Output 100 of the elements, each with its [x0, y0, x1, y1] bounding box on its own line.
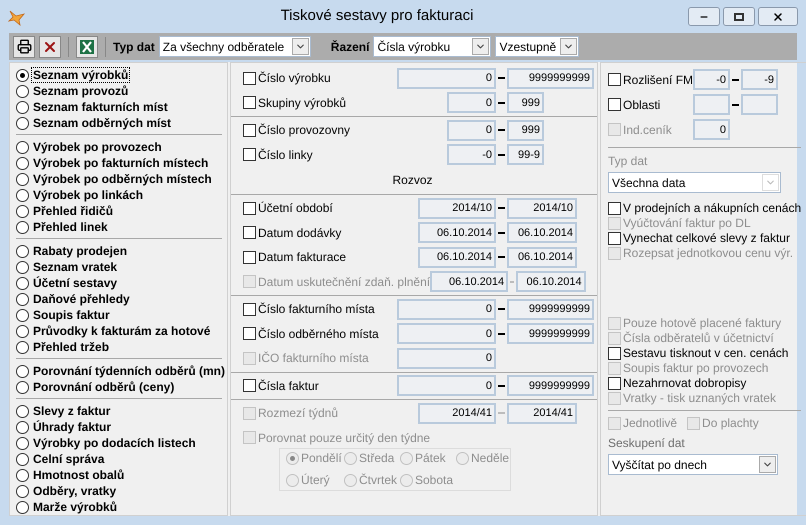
checkbox[interactable]	[243, 226, 256, 240]
number-field[interactable]: 0	[397, 68, 496, 89]
close-button[interactable]	[758, 7, 798, 26]
radio-button[interactable]	[16, 260, 29, 274]
checkbox[interactable]	[608, 98, 621, 111]
number-field[interactable]: 0	[447, 92, 496, 114]
report-option[interactable]: Porovnání týdenních odběrů (mn)	[31, 363, 228, 379]
radio-button[interactable]	[16, 204, 29, 218]
number-field[interactable]: 9999999999	[507, 323, 594, 344]
number-field[interactable]: -0	[693, 69, 730, 90]
date-field[interactable]: 06.10.2014	[507, 222, 577, 244]
checkbox[interactable]	[608, 73, 621, 86]
report-option[interactable]: Výrobek po odběrných místech	[31, 171, 214, 187]
report-option[interactable]: Daňové přehledy	[31, 291, 132, 307]
report-option[interactable]: Soupis faktur	[31, 307, 112, 323]
radio-button[interactable]	[16, 436, 29, 450]
sort-select[interactable]: Čísla výrobku	[373, 36, 492, 57]
report-option[interactable]: Marže výrobků	[31, 499, 120, 515]
radio-button[interactable]	[16, 140, 29, 154]
report-option[interactable]: Přehled řidičů	[31, 203, 116, 219]
report-option[interactable]: Seznam vratek	[31, 259, 120, 275]
order-select[interactable]: Vzestupně	[495, 36, 580, 57]
checkbox[interactable]	[243, 202, 256, 215]
maximize-button[interactable]	[723, 7, 755, 26]
date-field[interactable]: 06.10.2014	[418, 222, 496, 244]
report-option[interactable]: Celní správa	[31, 451, 106, 467]
checkbox[interactable]	[243, 250, 256, 264]
radio-button[interactable]	[16, 244, 29, 258]
report-option[interactable]: Hmotnost obalů	[31, 467, 126, 483]
radio-button[interactable]	[16, 276, 29, 290]
radio-button[interactable]	[16, 420, 29, 434]
number-field[interactable]: 0	[397, 298, 496, 320]
radio-button[interactable]	[16, 468, 29, 482]
radio-button[interactable]	[16, 380, 29, 394]
checkbox[interactable]	[608, 346, 621, 360]
checkbox[interactable]	[243, 379, 256, 392]
customer-type-select[interactable]: Za všechny odběratele	[158, 36, 311, 57]
number-field[interactable]: 99-9	[507, 144, 544, 166]
number-field[interactable]: 0	[397, 375, 496, 396]
radio-button[interactable]	[16, 172, 29, 186]
report-option[interactable]: Přehled linek	[31, 219, 110, 235]
cancel-button[interactable]	[39, 36, 61, 58]
checkbox[interactable]	[608, 376, 621, 390]
radio-button[interactable]	[16, 84, 29, 98]
report-option[interactable]: Porovnání odběrů (ceny)	[31, 379, 176, 395]
radio-button[interactable]	[16, 364, 29, 378]
number-field[interactable]: -0	[447, 144, 496, 166]
export-button[interactable]	[76, 36, 98, 58]
radio-button[interactable]	[16, 292, 29, 306]
radio-button[interactable]	[16, 340, 29, 354]
report-option[interactable]: Účetní sestavy	[31, 275, 120, 291]
date-field[interactable]: 06.10.2014	[507, 246, 577, 268]
date-field[interactable]: 2014/10	[418, 198, 496, 219]
print-button[interactable]	[13, 36, 35, 58]
report-option[interactable]: Seznam výrobků	[31, 67, 130, 83]
date-field[interactable]: 2014/10	[507, 198, 577, 219]
report-option[interactable]: Výrobek po fakturních místech	[31, 155, 210, 171]
number-field[interactable]: 9999999999	[507, 375, 594, 396]
number-field[interactable]: 9999999999	[507, 298, 594, 320]
number-field[interactable]: -9	[741, 69, 778, 90]
checkbox[interactable]	[243, 96, 256, 110]
radio-button[interactable]	[16, 404, 29, 418]
grouping-select[interactable]: Vyščítat po dnech	[608, 454, 778, 475]
radio-button[interactable]	[16, 500, 29, 514]
radio-button[interactable]	[16, 116, 29, 130]
radio-button[interactable]	[16, 188, 29, 202]
report-option[interactable]: Výrobek po linkách	[31, 187, 146, 203]
radio-button[interactable]	[16, 452, 29, 466]
report-option[interactable]: Výrobek po provozech	[31, 139, 164, 155]
report-option[interactable]: Průvodky k fakturám za hotové	[31, 323, 212, 339]
checkbox[interactable]	[243, 327, 256, 340]
radio-button[interactable]	[16, 308, 29, 322]
radio-button[interactable]	[16, 484, 29, 498]
report-option[interactable]: Úhrady faktur	[31, 419, 114, 435]
report-option[interactable]: Rabaty prodejen	[31, 243, 130, 259]
radio-button[interactable]	[16, 220, 29, 234]
checkbox[interactable]	[243, 148, 256, 162]
report-option[interactable]: Seznam fakturních míst	[31, 99, 170, 115]
report-option[interactable]: Seznam odběrných míst	[31, 115, 174, 131]
number-field[interactable]: 9999999999	[507, 68, 594, 89]
radio-button[interactable]	[16, 156, 29, 170]
radio-button[interactable]	[16, 100, 29, 114]
checkbox[interactable]	[243, 124, 256, 137]
report-option[interactable]: Výrobky po dodacích listech	[31, 435, 198, 451]
checkbox[interactable]	[243, 302, 256, 316]
number-field[interactable]	[741, 94, 778, 115]
checkbox[interactable]	[608, 232, 621, 244]
radio-button[interactable]	[16, 324, 29, 338]
checkbox[interactable]	[243, 72, 256, 85]
report-option[interactable]: Seznam provozů	[31, 83, 130, 99]
number-field[interactable]: 999	[507, 120, 544, 141]
radio-button[interactable]	[16, 68, 29, 82]
number-field[interactable]: 0	[397, 323, 496, 344]
number-field[interactable]: 999	[507, 92, 544, 114]
date-field[interactable]: 06.10.2014	[418, 246, 496, 268]
number-field[interactable]: 0	[447, 120, 496, 141]
report-option[interactable]: Slevy z faktur	[31, 403, 112, 419]
checkbox[interactable]	[608, 202, 621, 214]
number-field[interactable]	[693, 94, 730, 115]
report-option[interactable]: Přehled tržeb	[31, 339, 112, 355]
